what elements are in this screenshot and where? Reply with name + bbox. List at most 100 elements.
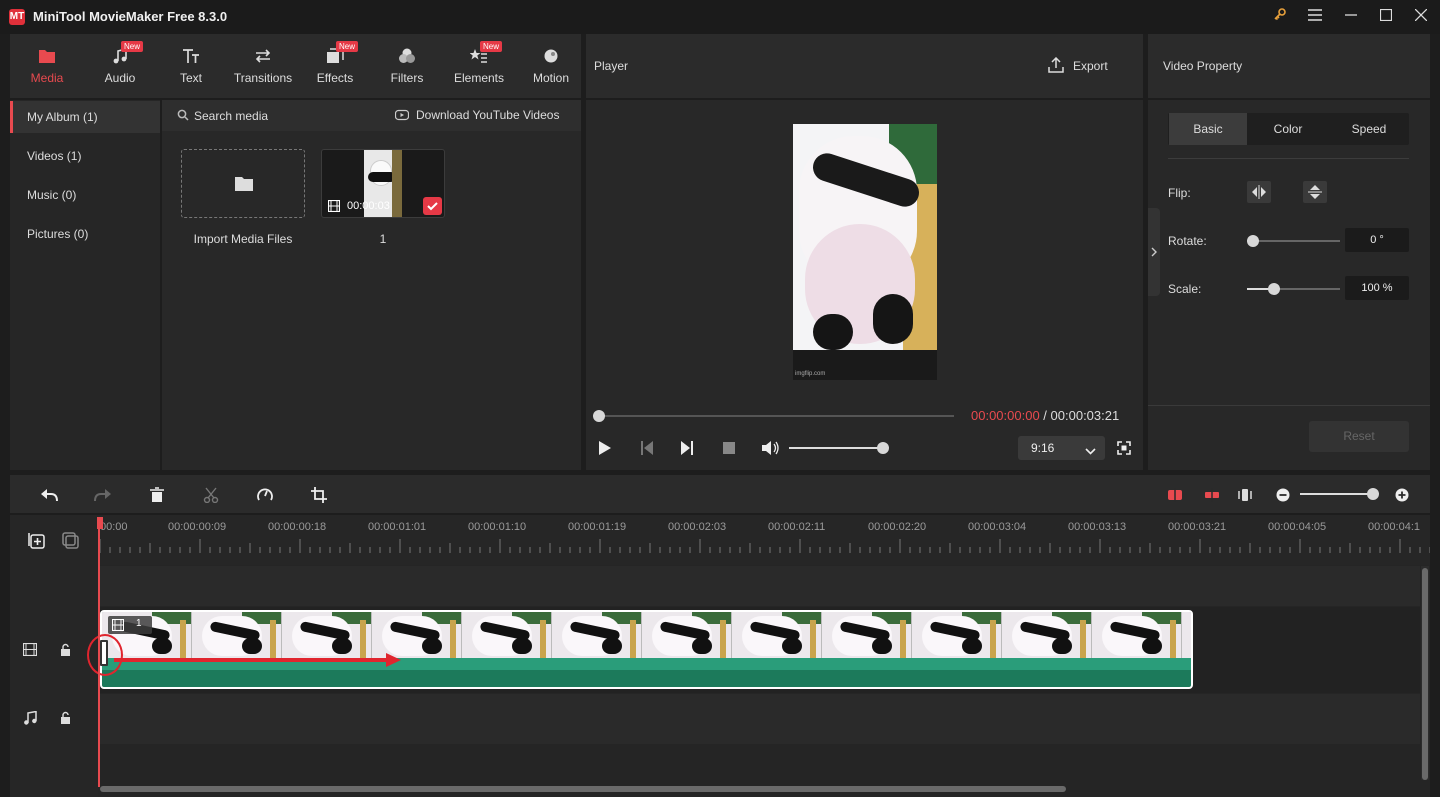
video-watermark: imgflip.com — [795, 371, 826, 377]
collapse-panel-handle[interactable] — [1148, 208, 1160, 296]
volume-knob[interactable] — [877, 442, 889, 454]
flip-label: Flip: — [1168, 186, 1191, 200]
reset-button[interactable]: Reset — [1309, 421, 1409, 452]
new-badge: New — [335, 41, 358, 52]
tab-media-label: Media — [30, 71, 64, 85]
next-frame-icon[interactable] — [680, 441, 694, 458]
tab-filters[interactable]: Filters — [372, 46, 442, 85]
scale-value-field[interactable]: 100 % — [1345, 276, 1409, 300]
property-title: Video Property — [1163, 59, 1243, 73]
tab-basic[interactable]: Basic — [1169, 113, 1247, 145]
video-track-icon — [22, 642, 38, 659]
split-track-icon[interactable] — [1202, 485, 1222, 505]
added-check-icon[interactable] — [423, 197, 442, 215]
rotate-value-field[interactable]: 0 ° — [1345, 228, 1409, 252]
horizontal-scroll-thumb[interactable] — [100, 786, 1066, 792]
tab-audio[interactable]: New Audio — [85, 41, 155, 85]
clip-thumbnail-frame — [912, 612, 1002, 658]
speed-icon[interactable] — [255, 485, 275, 505]
flip-horizontal-icon[interactable] — [1247, 181, 1271, 203]
aspect-ratio-select[interactable]: 9:16 — [1018, 436, 1105, 460]
sidebar-item-pictures[interactable]: Pictures (0) — [10, 218, 160, 250]
export-label: Export — [1073, 59, 1108, 73]
playback-progress[interactable] — [599, 415, 954, 417]
scale-label: Scale: — [1168, 282, 1202, 296]
tab-transitions[interactable]: Transitions — [228, 46, 298, 85]
app-title: MiniTool MovieMaker Free 8.3.0 — [33, 9, 228, 24]
delete-icon[interactable] — [147, 485, 167, 505]
undo-icon[interactable] — [39, 485, 59, 505]
snap-icon[interactable] — [1165, 485, 1185, 505]
menu-icon[interactable] — [1305, 7, 1325, 27]
progress-knob[interactable] — [593, 410, 605, 422]
tab-color[interactable]: Color — [1249, 113, 1327, 145]
sidebar-item-videos[interactable]: Videos (1) — [10, 140, 160, 172]
zoom-out-icon[interactable] — [1273, 485, 1293, 505]
playhead[interactable] — [98, 517, 100, 787]
trim-handle[interactable] — [100, 640, 108, 666]
tab-effects[interactable]: New Effects — [300, 41, 370, 85]
play-icon[interactable] — [598, 441, 612, 458]
clip-thumbnail-frame — [462, 612, 552, 658]
tab-filters-label: Filters — [390, 71, 424, 85]
audio-track — [98, 694, 1420, 744]
redo-icon[interactable] — [93, 485, 113, 505]
vertical-scroll-thumb[interactable] — [1422, 568, 1428, 780]
new-badge: New — [120, 41, 143, 52]
import-media-label: Import Media Files — [193, 232, 293, 246]
stop-icon[interactable] — [723, 442, 735, 454]
clip-thumbnail-frame — [732, 612, 822, 658]
rotate-slider[interactable] — [1247, 240, 1340, 242]
app-logo: MT — [9, 9, 25, 25]
clip-duration: 00:00:03 — [347, 200, 390, 212]
media-clip-card[interactable]: 00:00:03 — [321, 149, 445, 218]
volume-icon[interactable] — [761, 441, 779, 458]
filters-icon — [372, 46, 442, 66]
key-icon[interactable] — [1270, 7, 1290, 27]
search-input[interactable]: Search media — [194, 109, 268, 123]
volume-slider[interactable] — [789, 447, 883, 449]
crop-icon[interactable] — [309, 485, 329, 505]
tab-text[interactable]: Text — [156, 46, 226, 85]
zoom-slider[interactable] — [1300, 493, 1374, 495]
flip-vertical-icon[interactable] — [1303, 181, 1327, 203]
rotate-knob[interactable] — [1247, 235, 1259, 247]
new-badge: New — [479, 41, 502, 52]
download-youtube-link[interactable]: Download YouTube Videos — [416, 108, 559, 122]
ruler-label: 00:00:02:11 — [768, 521, 826, 533]
tab-elements[interactable]: New Elements — [444, 41, 514, 85]
sidebar-item-music[interactable]: Music (0) — [10, 179, 160, 211]
ruler-label: 00:00:03:21 — [1168, 521, 1227, 533]
tab-media[interactable]: Media — [12, 46, 82, 85]
ruler-label: 00:00:01:01 — [368, 521, 427, 533]
tab-motion[interactable]: Motion — [516, 46, 586, 85]
preview-video: imgflip.com — [793, 124, 937, 380]
minimize-icon[interactable] — [1341, 7, 1361, 27]
time-display: 00:00:00:00 / 00:00:03:21 — [971, 408, 1119, 423]
zoom-knob[interactable] — [1367, 488, 1379, 500]
scale-knob[interactable] — [1268, 283, 1280, 295]
import-media-button[interactable] — [181, 149, 305, 218]
close-icon[interactable] — [1411, 7, 1431, 27]
clip-name: 1 — [379, 232, 387, 246]
playhead-handle[interactable] — [97, 517, 103, 529]
previous-frame-icon[interactable] — [640, 441, 654, 458]
ruler-label: 00:00:02:20 — [868, 521, 927, 533]
lock-icon[interactable] — [60, 711, 71, 727]
split-icon[interactable] — [201, 485, 221, 505]
maximize-icon[interactable] — [1376, 7, 1396, 27]
divider — [1148, 405, 1430, 406]
zoom-in-icon[interactable] — [1392, 485, 1412, 505]
current-time: 00:00:00:00 — [971, 408, 1040, 423]
add-track-icon[interactable] — [28, 532, 46, 553]
divider — [1168, 158, 1409, 159]
fullscreen-icon[interactable] — [1117, 441, 1131, 458]
lock-icon[interactable] — [60, 643, 71, 659]
timeline-video-clip[interactable]: 1 — [100, 610, 1193, 689]
tab-speed[interactable]: Speed — [1329, 113, 1409, 145]
tab-transitions-label: Transitions — [233, 71, 293, 85]
sidebar-item-my-album[interactable]: My Album (1) — [10, 101, 160, 133]
remove-track-icon[interactable] — [62, 532, 80, 553]
fit-timeline-icon[interactable] — [1235, 485, 1255, 505]
ruler-label: 00:00:02:03 — [668, 521, 727, 533]
